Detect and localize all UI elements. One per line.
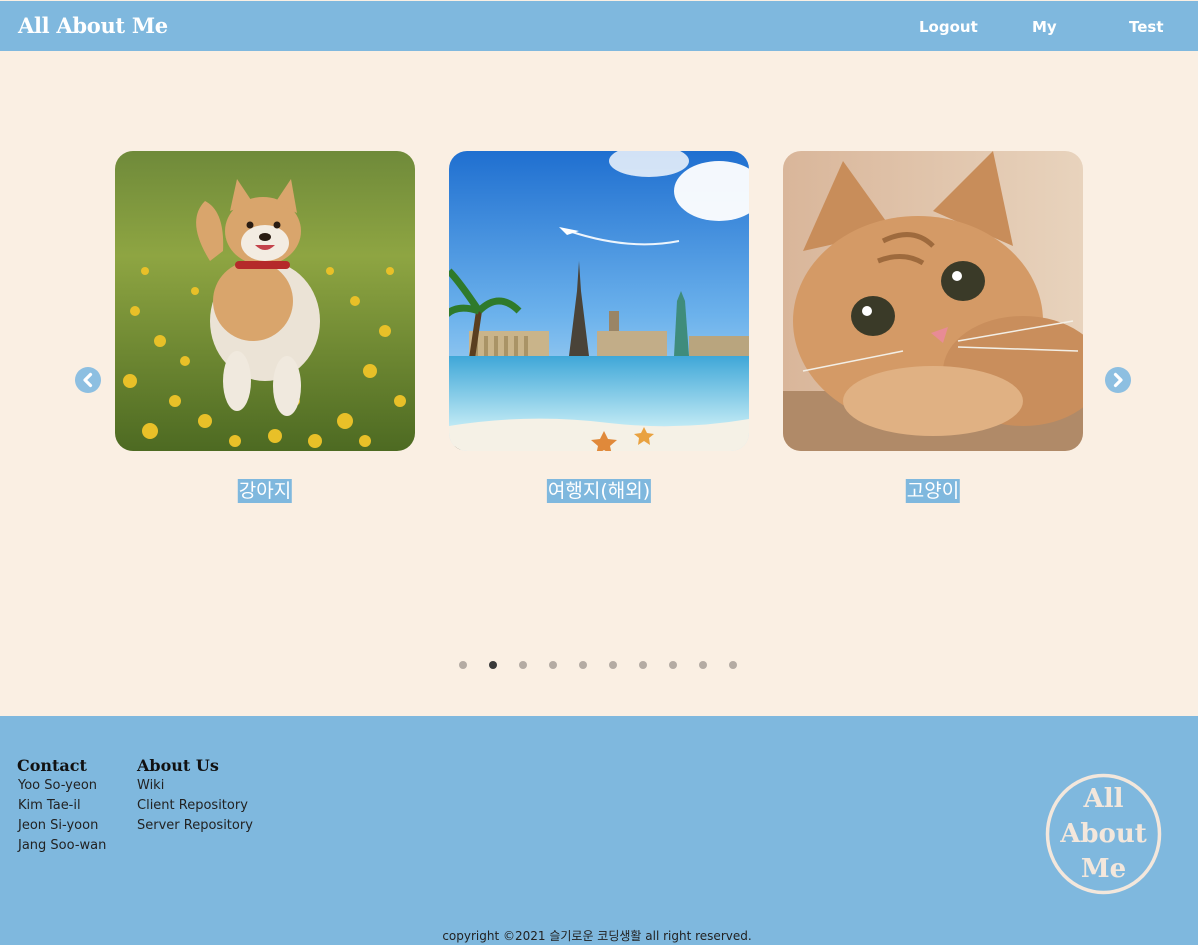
contact-title: Contact [17, 756, 87, 775]
carousel-dot[interactable] [639, 661, 647, 669]
logout-link[interactable]: Logout [919, 18, 978, 36]
copyright-text: copyright ©2021 슬기로운 코딩생활 all right rese… [442, 929, 752, 943]
carousel-dot[interactable] [669, 661, 677, 669]
carousel-next-button[interactable] [1105, 367, 1131, 393]
carousel-caption-cat: 고양이 [905, 479, 961, 503]
top-navbar: All About Me Logout My Test [0, 1, 1198, 51]
carousel-prev-button[interactable] [75, 367, 101, 393]
cat-image [783, 151, 1083, 451]
client-repository-link[interactable]: Client Repository [137, 798, 248, 814]
logo-line: Me [1081, 854, 1126, 884]
carousel-dot[interactable] [729, 661, 737, 669]
carousel-card-travel[interactable] [449, 151, 749, 451]
carousel-caption-dog: 강아지 [237, 479, 293, 503]
carousel-dot[interactable] [549, 661, 557, 669]
footer-logo: All About Me [1045, 773, 1162, 895]
carousel-dot[interactable] [699, 661, 707, 669]
contact-item: Kim Tae-il [18, 798, 81, 813]
travel-image [449, 151, 749, 451]
my-link[interactable]: My [1032, 18, 1057, 36]
contact-item: Jeon Si-yoon [18, 818, 99, 833]
brand-logo[interactable]: All About Me [18, 13, 168, 38]
server-repository-link[interactable]: Server Repository [137, 818, 253, 834]
carousel: 강아지 여행지(해외) 고양이 [0, 51, 1198, 716]
about-us-title: About Us [137, 756, 219, 775]
carousel-dot[interactable] [609, 661, 617, 669]
carousel-card-cat[interactable] [783, 151, 1083, 451]
logo-line: All [1083, 784, 1124, 814]
contact-item: Yoo So-yeon [18, 778, 98, 793]
chevron-left-icon [83, 372, 93, 388]
contact-item: Jang Soo-wan [18, 838, 107, 853]
chevron-right-icon [1113, 372, 1123, 388]
carousel-caption-travel: 여행지(해외) [546, 479, 652, 503]
logo-line: About [1059, 819, 1147, 849]
carousel-dot[interactable] [489, 661, 497, 669]
test-link[interactable]: Test [1129, 18, 1164, 36]
footer: Contact Yoo So-yeon Kim Tae-il Jeon Si-y… [0, 716, 1198, 945]
carousel-dot[interactable] [519, 661, 527, 669]
carousel-card-dog[interactable] [115, 151, 415, 451]
carousel-dot[interactable] [459, 661, 467, 669]
wiki-link[interactable]: Wiki [137, 778, 164, 794]
dog-image [115, 151, 415, 451]
carousel-dot[interactable] [579, 661, 587, 669]
